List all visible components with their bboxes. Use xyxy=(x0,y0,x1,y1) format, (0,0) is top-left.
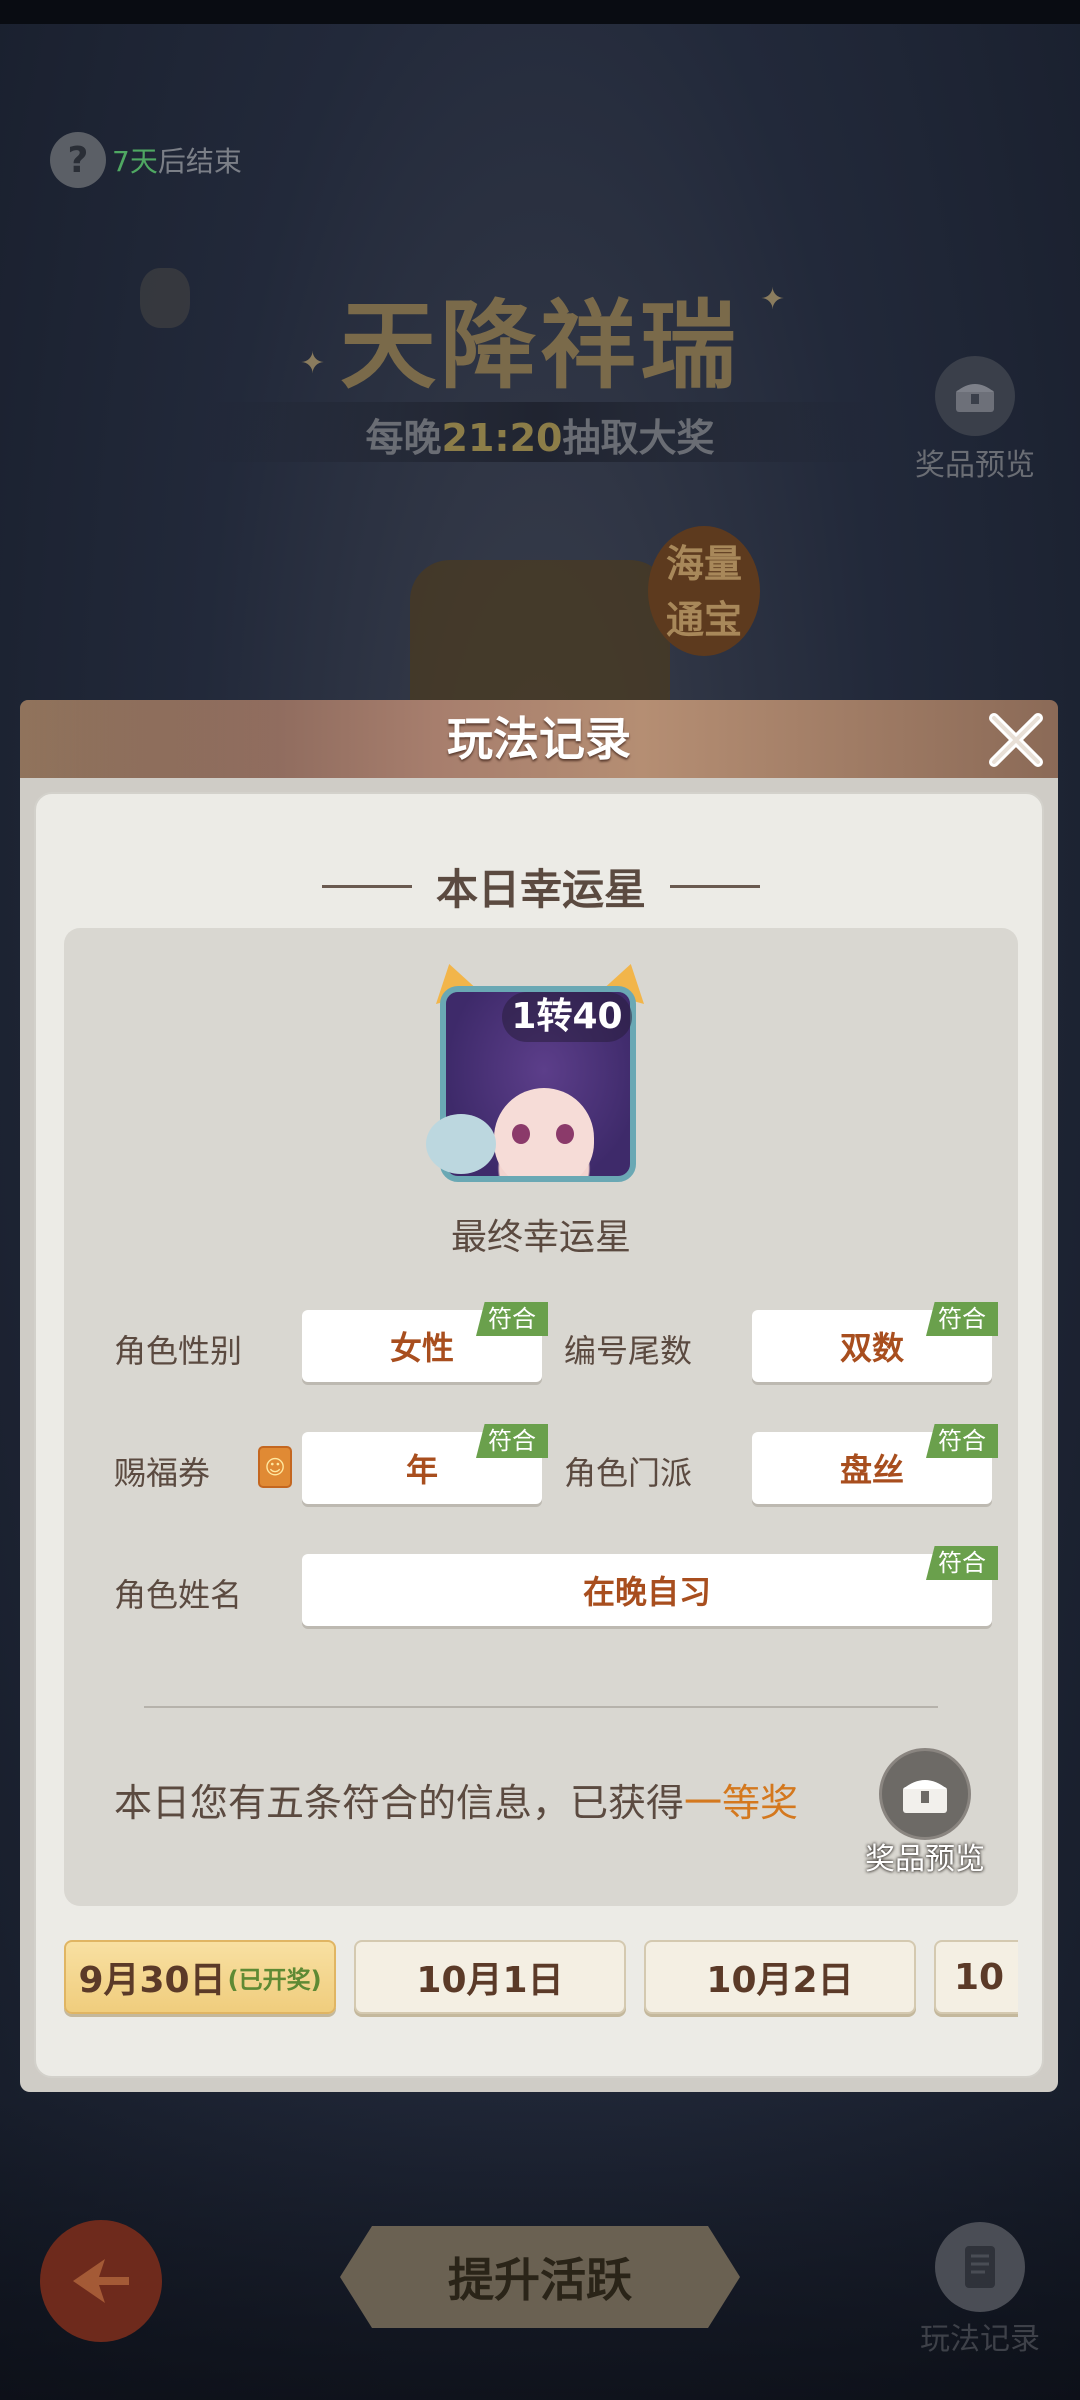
field-coupon: 年 符合 xyxy=(302,1424,548,1504)
divider xyxy=(144,1706,938,1708)
play-record-button[interactable]: 玩法记录 xyxy=(910,2222,1050,2358)
date-tab-0[interactable]: 9月30日 (已开奖) xyxy=(64,1940,336,2014)
match-tag: 符合 xyxy=(926,1302,998,1336)
date-status: (已开奖) xyxy=(227,1965,322,1994)
field-name: 在晚自习 符合 xyxy=(302,1546,998,1626)
result-message: 本日您有五条符合的信息，已获得一等奖 xyxy=(114,1781,799,1825)
play-record-dialog: 玩法记录 本日幸运星 1转40 最终幸运星 角色性别 女性 符合 编号尾数 双数… xyxy=(20,700,1058,2092)
date-tab-2[interactable]: 10月2日 xyxy=(644,1940,916,2014)
chest-icon xyxy=(935,356,1015,436)
field-value-name: 在晚自习 xyxy=(582,1573,711,1611)
field-sect: 盘丝 符合 xyxy=(752,1424,998,1504)
treasure-badge: 海量 通宝 xyxy=(648,526,760,656)
treasure-jar xyxy=(410,560,670,710)
avatar-level-badge: 1转40 xyxy=(502,992,632,1042)
back-arrow-icon xyxy=(73,2259,129,2303)
coupon-icon: ☺ xyxy=(258,1446,292,1488)
date-tab-1[interactable]: 10月1日 xyxy=(354,1940,626,2014)
field-value-id-tail: 双数 xyxy=(839,1329,904,1367)
section-header: 本日幸运星 xyxy=(36,856,1046,916)
lucky-star-panel: 1转40 最终幸运星 角色性别 女性 符合 编号尾数 双数 符合 赐福券 ☺ 年… xyxy=(64,928,1018,1906)
event-subtitle: 每晚21:20抽取大奖 xyxy=(365,416,715,460)
field-label-sect: 角色门派 xyxy=(564,1454,693,1492)
boost-activity-label: 提升活跃 xyxy=(448,2253,632,2307)
field-label-gender: 角色性别 xyxy=(114,1332,243,1370)
cloud-decoration xyxy=(426,1114,496,1174)
play-record-label: 玩法记录 xyxy=(920,2322,1040,2357)
field-value-gender: 女性 xyxy=(389,1329,454,1367)
dialog-title: 玩法记录 xyxy=(447,712,631,766)
lantern-decoration xyxy=(140,268,190,328)
result-prize: 一等奖 xyxy=(684,1781,799,1825)
avatar-caption: 最终幸运星 xyxy=(450,1217,631,1258)
event-timer: ? 7天后结束 xyxy=(50,132,242,188)
scroll-icon xyxy=(935,2222,1025,2312)
match-tag: 符合 xyxy=(926,1546,998,1580)
date-tab-3[interactable]: 10 xyxy=(934,1940,1018,2014)
match-tag: 符合 xyxy=(476,1424,548,1458)
field-label-name: 角色姓名 xyxy=(114,1576,243,1614)
section-title: 本日幸运星 xyxy=(435,864,646,914)
field-id-tail: 双数 符合 xyxy=(752,1302,998,1382)
prize-preview-label: 奖品预览 xyxy=(865,1842,985,1877)
boost-activity-button[interactable]: 提升活跃 xyxy=(340,2226,740,2328)
field-label-id-tail: 编号尾数 xyxy=(564,1332,693,1370)
field-gender: 女性 符合 xyxy=(302,1302,548,1382)
chest-icon xyxy=(879,1748,971,1840)
match-tag: 符合 xyxy=(476,1302,548,1336)
help-icon[interactable]: ? xyxy=(50,132,106,188)
prize-preview-label: 奖品预览 xyxy=(915,448,1035,483)
avatar: 1转40 xyxy=(426,964,648,1182)
timer-days: 7天 xyxy=(112,145,158,178)
prize-preview-button[interactable]: 奖品预览 xyxy=(860,1748,990,1878)
prize-preview-button-top[interactable]: 奖品预览 xyxy=(900,356,1050,484)
close-icon xyxy=(989,713,1043,767)
field-value-sect: 盘丝 xyxy=(839,1451,904,1489)
dialog-header: 玩法记录 xyxy=(20,700,1058,778)
dialog-content: 本日幸运星 1转40 最终幸运星 角色性别 女性 符合 编号尾数 双数 符合 赐… xyxy=(34,792,1044,2078)
back-button[interactable] xyxy=(40,2220,162,2342)
dialog-body: 本日幸运星 1转40 最终幸运星 角色性别 女性 符合 编号尾数 双数 符合 赐… xyxy=(20,778,1058,2092)
match-tag: 符合 xyxy=(926,1424,998,1458)
date-tabs: 9月30日 (已开奖) 10月1日 10月2日 10 xyxy=(64,1940,1018,2020)
line-decoration-right xyxy=(670,884,760,888)
line-decoration-left xyxy=(321,884,412,888)
field-value-coupon: 年 xyxy=(405,1451,438,1489)
field-label-coupon: 赐福券 xyxy=(114,1454,211,1492)
status-bar xyxy=(0,0,1080,24)
timer-suffix: 后结束 xyxy=(157,145,242,178)
event-title: 天降祥瑞 xyxy=(340,289,740,402)
close-button[interactable] xyxy=(980,704,1052,776)
